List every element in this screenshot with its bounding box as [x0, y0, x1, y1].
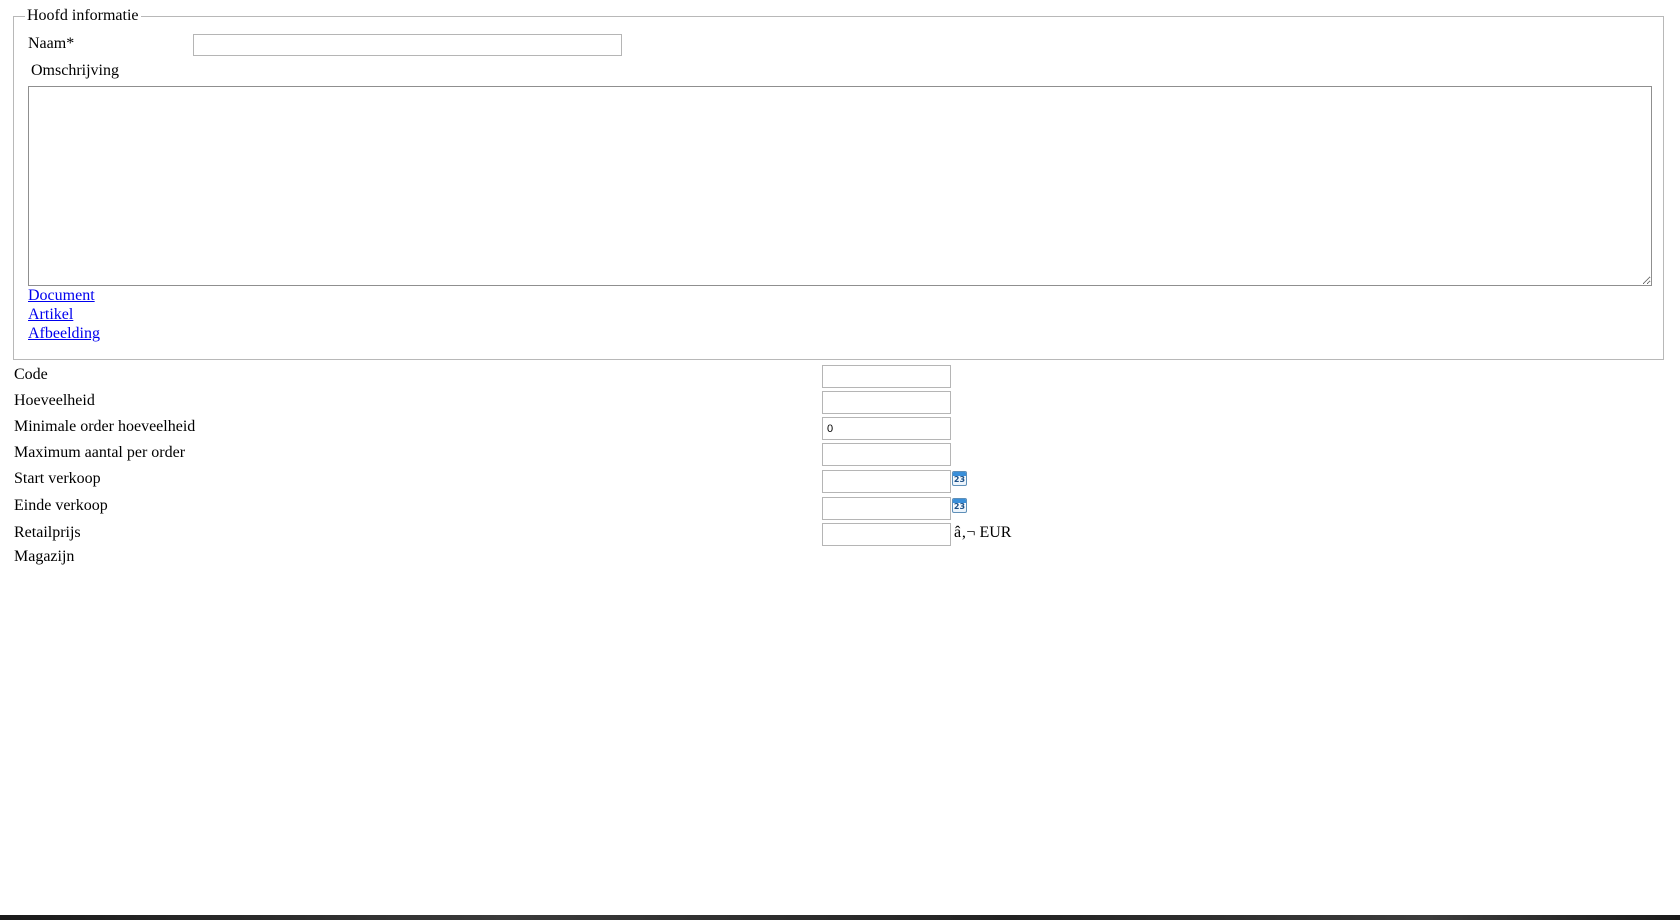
- description-textarea[interactable]: [28, 86, 1652, 286]
- min-order-quantity-label: Minimale order hoeveelheid: [14, 418, 196, 435]
- calendar-icon-day: 23: [953, 502, 966, 511]
- retail-price-input[interactable]: [822, 523, 951, 546]
- sale-end-input[interactable]: [822, 497, 951, 520]
- main-info-legend: Hoofd informatie: [27, 7, 139, 24]
- window-bottom-edge: [0, 915, 1680, 920]
- name-label: Naam*: [28, 35, 75, 52]
- document-link[interactable]: Document: [28, 287, 95, 305]
- code-input[interactable]: [822, 365, 951, 388]
- description-label: Omschrijving: [31, 62, 119, 79]
- calendar-icon-day: 23: [953, 475, 966, 484]
- max-per-order-input[interactable]: [822, 443, 951, 466]
- retail-price-label: Retailprijs: [14, 524, 81, 541]
- sale-end-label: Einde verkoop: [14, 497, 108, 514]
- artikel-link[interactable]: Artikel: [28, 306, 73, 324]
- quantity-input[interactable]: [822, 391, 951, 414]
- quantity-label: Hoeveelheid: [14, 392, 95, 409]
- product-form-page: Hoofd informatie Naam* Omschrijving Docu…: [0, 0, 1680, 920]
- warehouse-label: Magazijn: [14, 548, 75, 565]
- currency-suffix: â‚¬ EUR: [954, 524, 1012, 541]
- afbeelding-link[interactable]: Afbeelding: [28, 325, 100, 343]
- name-input[interactable]: [193, 34, 622, 56]
- calendar-icon[interactable]: 23: [952, 498, 967, 513]
- code-label: Code: [14, 366, 48, 383]
- sale-start-label: Start verkoop: [14, 470, 101, 487]
- calendar-icon[interactable]: 23: [952, 471, 967, 486]
- max-per-order-label: Maximum aantal per order: [14, 444, 186, 461]
- min-order-quantity-input[interactable]: [822, 417, 951, 440]
- sale-start-input[interactable]: [822, 470, 951, 493]
